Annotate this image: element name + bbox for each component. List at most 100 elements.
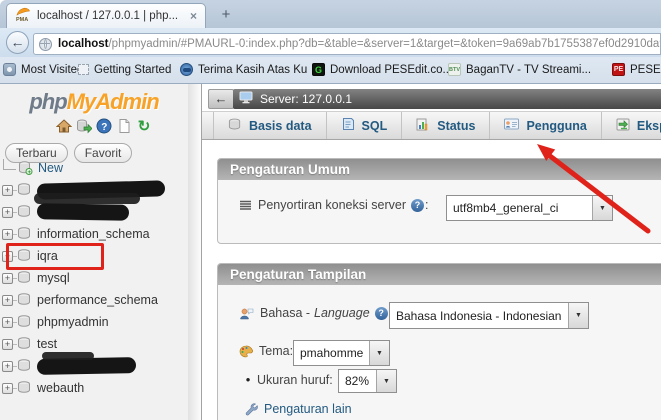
fontsize-select[interactable]: 82% ▼ xyxy=(338,369,397,393)
database-icon xyxy=(17,337,32,353)
tree-item-redacted-2[interactable]: + xyxy=(0,201,130,223)
tab-title: localhost / 127.0.0.1 | php... xyxy=(37,10,179,22)
documentation-icon[interactable] xyxy=(116,118,132,134)
wrench-icon xyxy=(244,402,258,416)
tab-label: SQL xyxy=(361,118,388,133)
expand-icon[interactable]: + xyxy=(2,382,13,394)
tree-line xyxy=(3,158,16,170)
tab-ekspor[interactable]: Ekspor xyxy=(602,112,661,139)
tree-item-label: test xyxy=(37,337,58,351)
expand-icon[interactable]: + xyxy=(2,338,13,350)
site-identity-globe-icon[interactable] xyxy=(39,37,52,51)
new-tab-button[interactable]: + xyxy=(214,6,238,24)
expand-icon[interactable]: + xyxy=(2,272,13,284)
bookmark-label: BaganTV - TV Streami... xyxy=(466,63,592,76)
expand-icon[interactable]: + xyxy=(2,316,13,328)
refresh-icon[interactable]: ↻ xyxy=(136,118,152,134)
collation-select[interactable]: utf8mb4_general_ci ▼ xyxy=(446,195,613,221)
dropdown-arrow-icon[interactable]: ▼ xyxy=(376,370,396,392)
collapse-navigation-button[interactable]: ← xyxy=(208,89,234,109)
tree-item-label: New xyxy=(38,161,64,175)
bookmark-bagantv[interactable]: BTV BaganTV - TV Streami... xyxy=(448,57,591,82)
expand-icon[interactable]: + xyxy=(2,360,13,372)
sort-icon xyxy=(239,200,252,211)
users-icon xyxy=(504,118,520,133)
tab-close-icon[interactable]: × xyxy=(190,9,197,23)
server-breadcrumb: Server: 127.0.0.1 xyxy=(233,89,661,109)
colon: : xyxy=(424,198,429,212)
svg-text:PMA: PMA xyxy=(16,17,28,22)
database-icon xyxy=(228,118,242,134)
browser-tab-active[interactable]: PMA localhost / 127.0.0.1 | php... × xyxy=(6,3,206,28)
tree-item-phpmyadmin[interactable]: + phpmyadmin xyxy=(0,311,109,333)
tree-item-mysql[interactable]: + mysql xyxy=(0,267,70,289)
expand-icon[interactable]: + xyxy=(2,294,13,306)
logout-icon[interactable] xyxy=(76,118,92,134)
database-icon xyxy=(17,271,32,287)
dropdown-arrow-icon[interactable]: ▼ xyxy=(369,341,389,365)
theme-label: Tema: xyxy=(259,344,294,358)
tab-label: Ekspor xyxy=(636,118,661,133)
bookmark-pesedit-download[interactable]: G Download PESEdit.co... xyxy=(312,57,452,82)
red-highlight-box xyxy=(6,243,104,270)
collation-row: Penyortiran koneksi server ? : xyxy=(239,198,430,212)
tab-favorit[interactable]: Favorit xyxy=(73,143,133,163)
language-user-icon xyxy=(239,307,254,320)
logo-myadmin: MyAdmin xyxy=(66,89,160,114)
bookmark-label: PESEDIT E xyxy=(630,63,661,76)
tree-item-label: phpmyadmin xyxy=(37,315,109,329)
pe-favicon-icon: PE xyxy=(612,63,625,76)
bookmark-label: Terima Kasih Atas Ku xyxy=(198,63,308,76)
sidebar-resize-edge[interactable] xyxy=(188,84,201,420)
database-icon xyxy=(17,359,32,375)
dropdown-arrow-icon[interactable]: ▼ xyxy=(568,303,588,328)
bookmark-getting-started[interactable]: Getting Started xyxy=(78,57,171,82)
database-icon xyxy=(17,381,32,397)
select-value: pmahomme xyxy=(300,346,364,360)
more-settings-row: Pengaturan lain xyxy=(244,402,352,416)
theme-palette-icon xyxy=(239,345,253,358)
status-chart-icon xyxy=(416,118,430,134)
section-title: Pengaturan Umum xyxy=(218,159,661,180)
help-icon[interactable]: ? xyxy=(96,118,112,134)
bookmark-pesedit[interactable]: PE PESEDIT E xyxy=(612,57,661,82)
main-panel: ← Server: 127.0.0.1 Basis data SQL Statu… xyxy=(202,84,661,420)
tree-item-webauth[interactable]: + webauth xyxy=(0,377,84,399)
language-label-en: Language xyxy=(314,306,370,320)
address-bar[interactable]: localhost /phpmyadmin/#PMAURL-0:index.ph… xyxy=(33,33,661,55)
tree-item-information-schema[interactable]: + information_schema xyxy=(0,223,150,245)
home-icon[interactable] xyxy=(56,118,72,134)
theme-select[interactable]: pmahomme ▼ xyxy=(293,340,390,366)
fontsize-label: Ukuran huruf: xyxy=(257,372,333,387)
tab-basis-data[interactable]: Basis data xyxy=(213,112,327,139)
expand-icon[interactable]: + xyxy=(2,184,13,196)
language-row: Bahasa - Language ? : xyxy=(239,306,394,320)
redaction-smear xyxy=(42,352,94,360)
back-button[interactable]: ← xyxy=(6,31,29,54)
language-select[interactable]: Bahasa Indonesia - Indonesian ▼ xyxy=(389,302,589,329)
expand-icon[interactable]: + xyxy=(2,228,13,240)
tab-label: Pengguna xyxy=(526,118,587,133)
section-display-settings: Pengaturan Tampilan Bahasa - Language ? … xyxy=(217,263,661,420)
help-icon[interactable]: ? xyxy=(374,306,388,320)
more-settings-link[interactable]: Pengaturan lain xyxy=(264,402,352,416)
redacted-database-name xyxy=(36,203,130,221)
browser-window: PMA localhost / 127.0.0.1 | php... × + ←… xyxy=(0,0,661,420)
tab-status[interactable]: Status xyxy=(402,112,491,139)
logo-php: php xyxy=(29,89,67,114)
dropdown-arrow-icon[interactable]: ▼ xyxy=(592,196,612,220)
tab-sql[interactable]: SQL xyxy=(327,112,403,139)
select-value: utf8mb4_general_ci xyxy=(453,201,559,215)
expand-icon[interactable]: + xyxy=(2,206,13,218)
tree-item-new[interactable]: + New xyxy=(0,157,63,179)
bookmark-terima-kasih[interactable]: Terima Kasih Atas Ku xyxy=(180,57,307,82)
section-general-settings: Pengaturan Umum Penyortiran koneksi serv… xyxy=(217,158,661,244)
bookmark-most-visited[interactable]: Most Visited xyxy=(3,57,83,82)
tab-pengguna[interactable]: Pengguna xyxy=(490,112,602,139)
export-icon xyxy=(616,118,630,134)
section-title: Pengaturan Tampilan xyxy=(218,264,661,285)
tree-item-performance-schema[interactable]: + performance_schema xyxy=(0,289,158,311)
bookmark-label: Download PESEdit.co... xyxy=(330,63,453,76)
server-label: Server: 127.0.0.1 xyxy=(260,92,353,106)
help-icon[interactable]: ? xyxy=(410,198,424,212)
